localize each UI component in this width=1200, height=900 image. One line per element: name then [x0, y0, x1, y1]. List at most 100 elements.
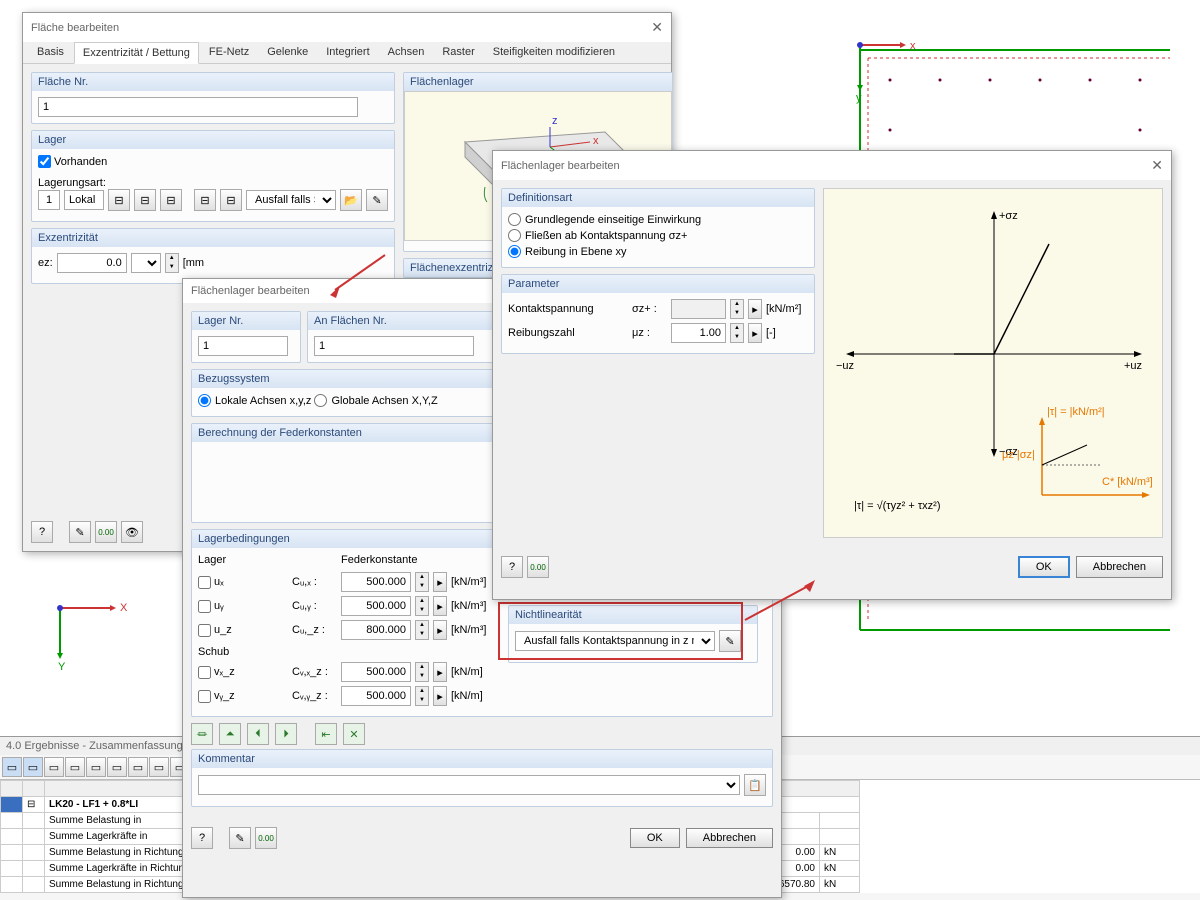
label-lagerungsart: Lagerungsart: — [38, 177, 388, 189]
tab-achsen[interactable]: Achsen — [380, 42, 433, 63]
step-icon[interactable]: ▸ — [433, 686, 447, 706]
cancel-button[interactable]: Abbrechen — [686, 828, 773, 848]
support-free-icon[interactable]: ✕ — [343, 723, 365, 745]
support-spring-icon[interactable]: ⇤ — [315, 723, 337, 745]
kommentar-select[interactable] — [198, 775, 740, 795]
section-header: Parameter — [502, 275, 814, 293]
spinner[interactable]: ▲▼ — [415, 572, 429, 592]
tb-icon[interactable]: ▭ — [2, 757, 22, 777]
surface-number-input[interactable] — [38, 97, 358, 117]
spinner[interactable]: ▲▼ — [415, 662, 429, 682]
ausfall-select[interactable]: Ausfall falls Spa — [246, 190, 336, 210]
step-icon[interactable]: ▸ — [433, 620, 447, 640]
tb-icon[interactable]: ▭ — [128, 757, 148, 777]
tb-icon[interactable]: ▭ — [149, 757, 169, 777]
radio-fliessen[interactable]: Fließen ab Kontaktspannung σz+ — [508, 229, 687, 242]
help-icon[interactable]: ? — [501, 556, 523, 578]
vyz-checkbox[interactable]: vᵧ_z — [198, 690, 288, 703]
preview-diagram: +σz −σz −uz +uz |τ| = |kN/m² — [823, 188, 1163, 538]
eye-icon[interactable]: 👁 — [121, 521, 143, 543]
tab-basis[interactable]: Basis — [29, 42, 72, 63]
svg-text:Y: Y — [58, 661, 66, 673]
open-icon[interactable]: 📂 — [340, 189, 362, 211]
section-header: Definitionsart — [502, 189, 814, 207]
section-header: Kommentar — [192, 750, 772, 768]
spring-y-icon[interactable]: ⊟ — [134, 189, 156, 211]
tab-fenetz[interactable]: FE-Netz — [201, 42, 257, 63]
tab-exzentrizitaet[interactable]: Exzentrizität / Bettung — [74, 42, 199, 64]
spinner[interactable]: ▲▼ — [730, 323, 744, 343]
units-icon[interactable]: 0.00 — [95, 521, 117, 543]
radio-lokale-achsen[interactable]: Lokale Achsen x,y,z — [198, 394, 311, 407]
edit-icon[interactable]: ✎ — [366, 189, 388, 211]
step-icon[interactable]: ▸ — [433, 572, 447, 592]
close-icon[interactable]: ✕ — [651, 19, 663, 36]
edit-btn-icon[interactable]: ✎ — [69, 521, 91, 543]
tb-icon[interactable]: ▭ — [86, 757, 106, 777]
tb-icon[interactable]: ▭ — [44, 757, 64, 777]
ok-button[interactable]: OK — [630, 828, 680, 848]
ez-spinner[interactable]: ▲▼ — [165, 253, 179, 273]
svg-text:|τ| = |kN/m²|: |τ| = |kN/m²| — [1047, 406, 1105, 418]
reibung-input[interactable] — [671, 323, 726, 343]
cuz-input[interactable] — [341, 620, 411, 640]
units-icon[interactable]: 0.00 — [255, 827, 277, 849]
step-icon[interactable]: ▸ — [748, 323, 762, 343]
tab-gelenke[interactable]: Gelenke — [259, 42, 316, 63]
lager-nr-input[interactable] — [38, 190, 60, 210]
tab-steifigkeiten[interactable]: Steifigkeiten modifizieren — [485, 42, 623, 63]
spinner[interactable]: ▲▼ — [415, 620, 429, 640]
help-icon[interactable]: ? — [191, 827, 213, 849]
cux-input[interactable] — [341, 572, 411, 592]
vorhanden-checkbox[interactable]: Vorhanden — [38, 155, 107, 168]
support-y-icon[interactable]: ⏵ — [275, 723, 297, 745]
cvyz-input[interactable] — [341, 686, 411, 706]
support-x-icon[interactable]: ⏴ — [247, 723, 269, 745]
close-icon[interactable]: ✕ — [1151, 157, 1163, 174]
dialog-title: Fläche bearbeiten — [31, 22, 119, 34]
edit-nl-icon[interactable]: ✎ — [719, 630, 741, 652]
ez-unit-select[interactable] — [131, 253, 161, 273]
support-fixed-icon[interactable]: ⏶ — [219, 723, 241, 745]
spring-x-icon[interactable]: ⊟ — [108, 189, 130, 211]
lager-type[interactable] — [64, 190, 104, 210]
cuy-input[interactable] — [341, 596, 411, 616]
radio-globale-achsen[interactable]: Globale Achsen X,Y,Z — [314, 394, 437, 407]
step-icon[interactable]: ▸ — [433, 662, 447, 682]
dialog-title: Flächenlager bearbeiten — [191, 285, 310, 297]
lager-nr-input[interactable] — [198, 336, 288, 356]
tab-raster[interactable]: Raster — [434, 42, 482, 63]
cvxz-input[interactable] — [341, 662, 411, 682]
col-feder: Federkonstante — [341, 554, 417, 566]
uy-checkbox[interactable]: uᵧ — [198, 600, 288, 613]
radio-grundlegende[interactable]: Grundlegende einseitige Einwirkung — [508, 213, 701, 226]
help-icon[interactable]: ? — [31, 521, 53, 543]
svg-text:|τ| = √(τyz² + τxz²): |τ| = √(τyz² + τxz²) — [854, 500, 941, 512]
uz-checkbox[interactable]: u_z — [198, 624, 288, 637]
ok-button[interactable]: OK — [1018, 556, 1070, 578]
dialog-title: Flächenlager bearbeiten — [501, 160, 620, 172]
an-flaechen-input[interactable] — [314, 336, 474, 356]
units-icon[interactable]: 0.00 — [527, 556, 549, 578]
nonlinearity-select[interactable]: Ausfall falls Kontaktspannung in z negat… — [515, 631, 715, 651]
copy-icon[interactable]: 📋 — [744, 774, 766, 796]
step-icon[interactable]: ▸ — [433, 596, 447, 616]
step-icon[interactable]: ▸ — [748, 299, 762, 319]
vxz-checkbox[interactable]: vₓ_z — [198, 666, 288, 679]
tb-icon[interactable]: ▭ — [65, 757, 85, 777]
radio-reibung[interactable]: Reibung in Ebene xy — [508, 245, 627, 258]
tb-icon[interactable]: ▭ — [107, 757, 127, 777]
support-xyz-icon[interactable]: ⏛ — [191, 723, 213, 745]
spring-ry-icon[interactable]: ⊟ — [220, 189, 242, 211]
spinner[interactable]: ▲▼ — [415, 686, 429, 706]
spring-rx-icon[interactable]: ⊟ — [194, 189, 216, 211]
spinner[interactable]: ▲▼ — [415, 596, 429, 616]
tab-integriert[interactable]: Integriert — [318, 42, 377, 63]
edit-btn-icon[interactable]: ✎ — [229, 827, 251, 849]
tb-icon[interactable]: ▭ — [23, 757, 43, 777]
spinner[interactable]: ▲▼ — [730, 299, 744, 319]
ez-input[interactable] — [57, 253, 127, 273]
spring-z-icon[interactable]: ⊟ — [160, 189, 182, 211]
cancel-button[interactable]: Abbrechen — [1076, 556, 1163, 578]
ux-checkbox[interactable]: uₓ — [198, 576, 288, 589]
